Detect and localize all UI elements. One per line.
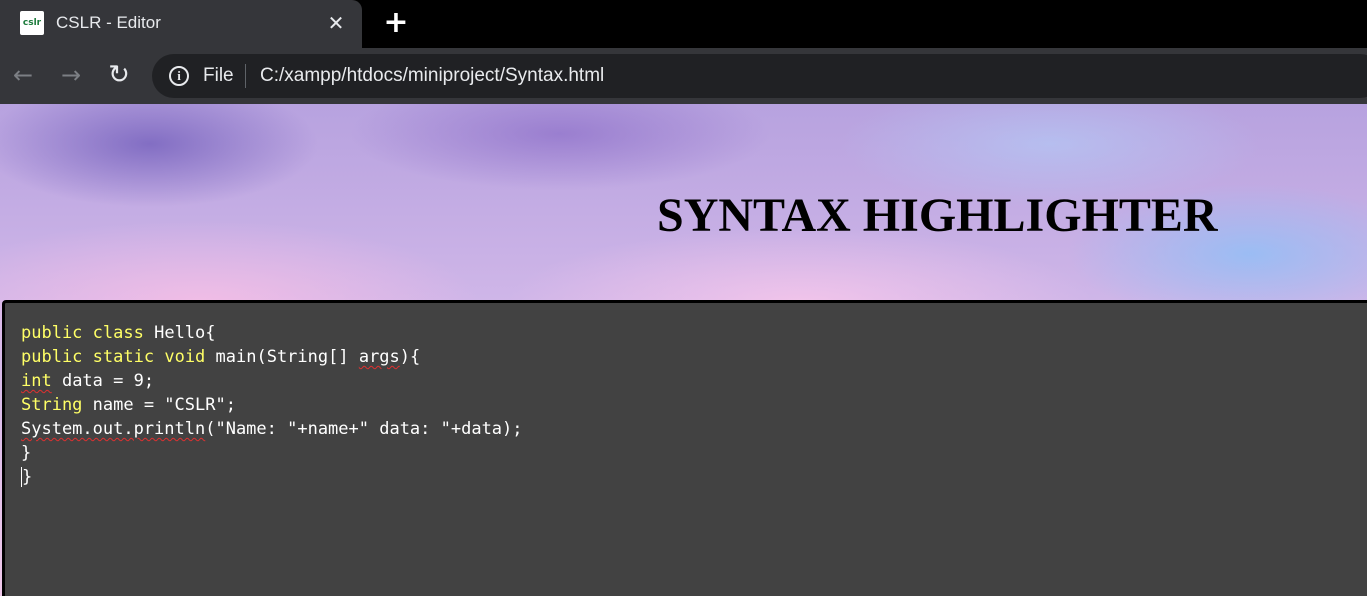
keyword-token: String [21, 395, 83, 415]
back-arrow-icon[interactable]: ← [6, 58, 40, 92]
keyword-token: public [21, 347, 83, 367]
forward-arrow-icon[interactable]: → [54, 58, 88, 92]
code-token: data = 9; [51, 371, 155, 391]
code-token: } [22, 467, 33, 487]
new-tab-button[interactable]: + [380, 8, 412, 40]
code-token: name = "CSLR"; [82, 395, 236, 415]
keyword-token: void [164, 347, 206, 367]
address-bar[interactable]: i File C:/xampp/htdocs/miniproject/Synta… [152, 54, 1367, 98]
code-token: main(String[] [205, 347, 359, 367]
code-line: } [21, 467, 32, 487]
reload-icon[interactable]: ↻ [102, 58, 136, 92]
code-editor[interactable]: public class Hello{ public static void m… [2, 300, 1367, 596]
browser-tab-active[interactable]: cslr CSLR - Editor ✕ [0, 0, 362, 48]
code-line: public static void main(String[] args){ [21, 347, 420, 367]
code-token: ("Name: "+name+" data: "+data); [205, 419, 523, 439]
keyword-token: public [21, 323, 83, 343]
scheme-label: File [203, 65, 234, 86]
tab-strip: cslr CSLR - Editor ✕ + [0, 0, 1367, 48]
code-line: System.out.println("Name: "+name+" data:… [21, 419, 523, 439]
tab-title: CSLR - Editor [56, 13, 161, 32]
code-line: public class Hello{ [21, 323, 216, 343]
code-line: } [21, 443, 31, 463]
spellcheck-token: System.out.println [21, 419, 206, 439]
cslr-favicon-icon: cslr [20, 11, 44, 35]
code-line: int data = 9; [21, 371, 154, 391]
spellcheck-token: args [358, 347, 400, 367]
code-token: } [21, 443, 32, 463]
info-icon[interactable]: i [169, 66, 189, 86]
page-content: SYNTAX HIGHLIGHTER public class Hello{ p… [0, 104, 1367, 596]
page-title: SYNTAX HIGHLIGHTER [657, 189, 1218, 242]
code-token: ){ [399, 347, 421, 367]
omnibox-divider [245, 64, 246, 88]
url-text[interactable]: C:/xampp/htdocs/miniproject/Syntax.html [260, 65, 604, 87]
close-icon[interactable]: ✕ [322, 10, 350, 38]
browser-toolbar: ← → ↻ i File C:/xampp/htdocs/miniproject… [0, 48, 1367, 104]
keyword-token: int [21, 371, 52, 391]
keyword-token: static [92, 347, 155, 367]
code-token: Hello{ [143, 323, 216, 343]
keyword-token: class [92, 323, 144, 343]
code-text[interactable]: public class Hello{ public static void m… [21, 321, 523, 489]
code-line: String name = "CSLR"; [21, 395, 236, 415]
